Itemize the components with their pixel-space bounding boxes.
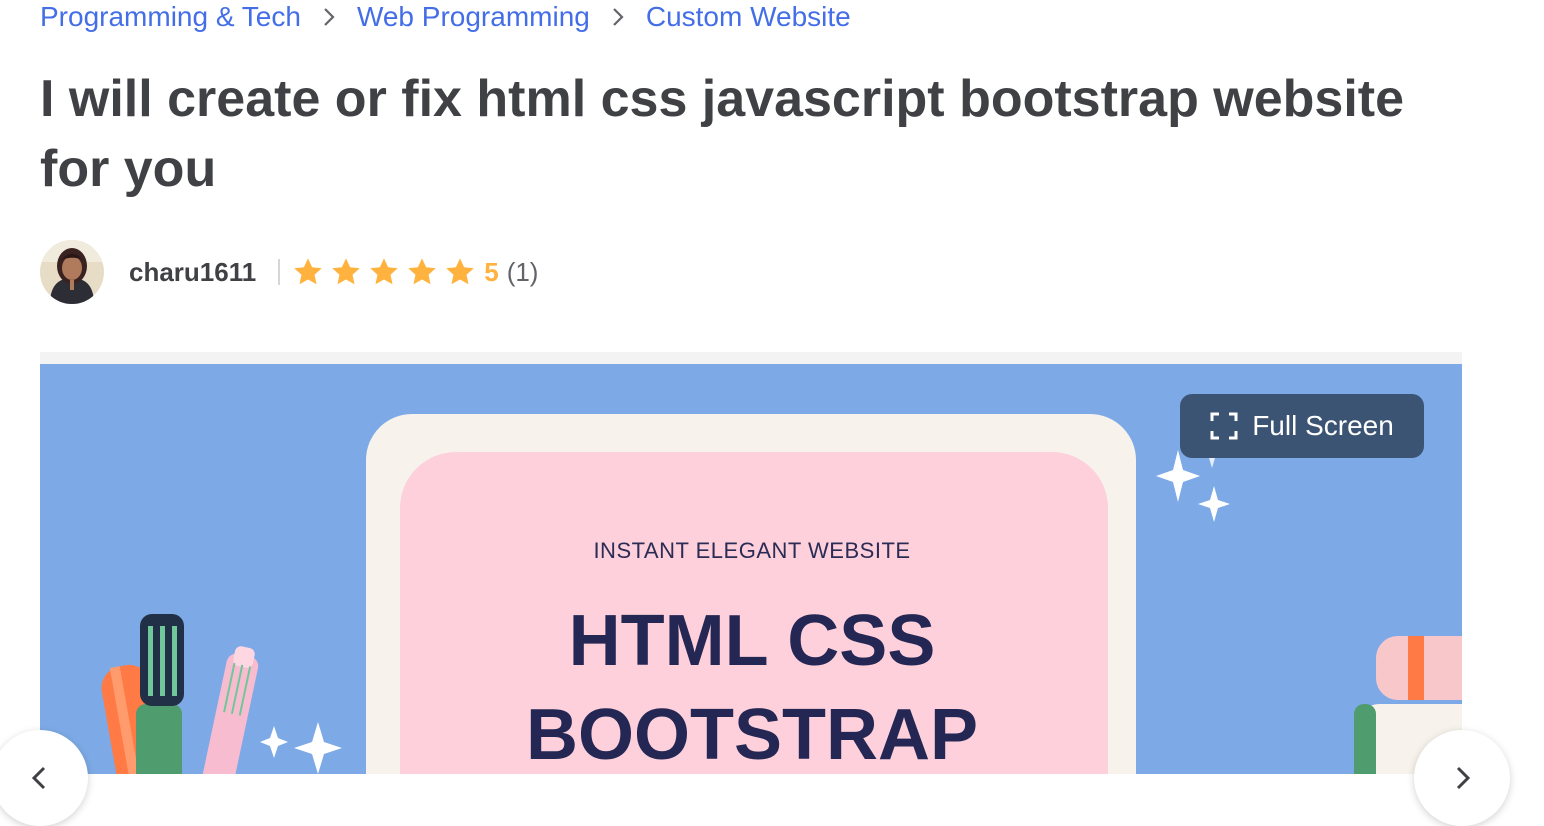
slide-subtitle: INSTANT ELEGANT WEBSITE: [593, 538, 911, 563]
breadcrumb-custom-website[interactable]: Custom Website: [646, 1, 851, 33]
fullscreen-label: Full Screen: [1252, 410, 1394, 441]
breadcrumb-programming-tech[interactable]: Programming & Tech: [40, 1, 301, 33]
rating-score: 5: [484, 256, 499, 287]
breadcrumb: Programming & Tech Web Programming Custo…: [40, 0, 851, 34]
gallery-top-strip: [40, 352, 1462, 364]
divider: [278, 259, 281, 285]
avatar[interactable]: [40, 240, 104, 304]
slide-heading-line2: BOOTSTRAP: [525, 695, 978, 774]
chevron-left-icon: [28, 764, 52, 792]
star-icon: [330, 256, 362, 288]
gig-gallery: INSTANT ELEGANT WEBSITE HTML CSS BOOTSTR…: [40, 364, 1462, 774]
seller-username[interactable]: charu1611: [129, 257, 256, 288]
gig-title: I will create or fix html css javascript…: [40, 70, 1405, 198]
star-icon: [368, 256, 400, 288]
star-icon: [406, 256, 438, 288]
chevron-right-icon: [590, 6, 646, 28]
fullscreen-icon: [1210, 412, 1238, 440]
slide-heading-line1: HTML CSS: [568, 601, 936, 681]
chevron-right-icon: [1450, 764, 1474, 792]
star-rating: [292, 256, 482, 288]
breadcrumb-web-programming[interactable]: Web Programming: [357, 1, 590, 33]
seller-overview: charu1611 5 (1): [40, 240, 538, 304]
fullscreen-button[interactable]: Full Screen: [1180, 394, 1424, 458]
gallery-prev-button[interactable]: [0, 730, 88, 826]
rating-count[interactable]: (1): [507, 257, 539, 288]
chevron-right-icon: [301, 6, 357, 28]
star-icon: [444, 256, 476, 288]
gallery-next-button[interactable]: [1414, 730, 1510, 826]
star-icon: [292, 256, 324, 288]
